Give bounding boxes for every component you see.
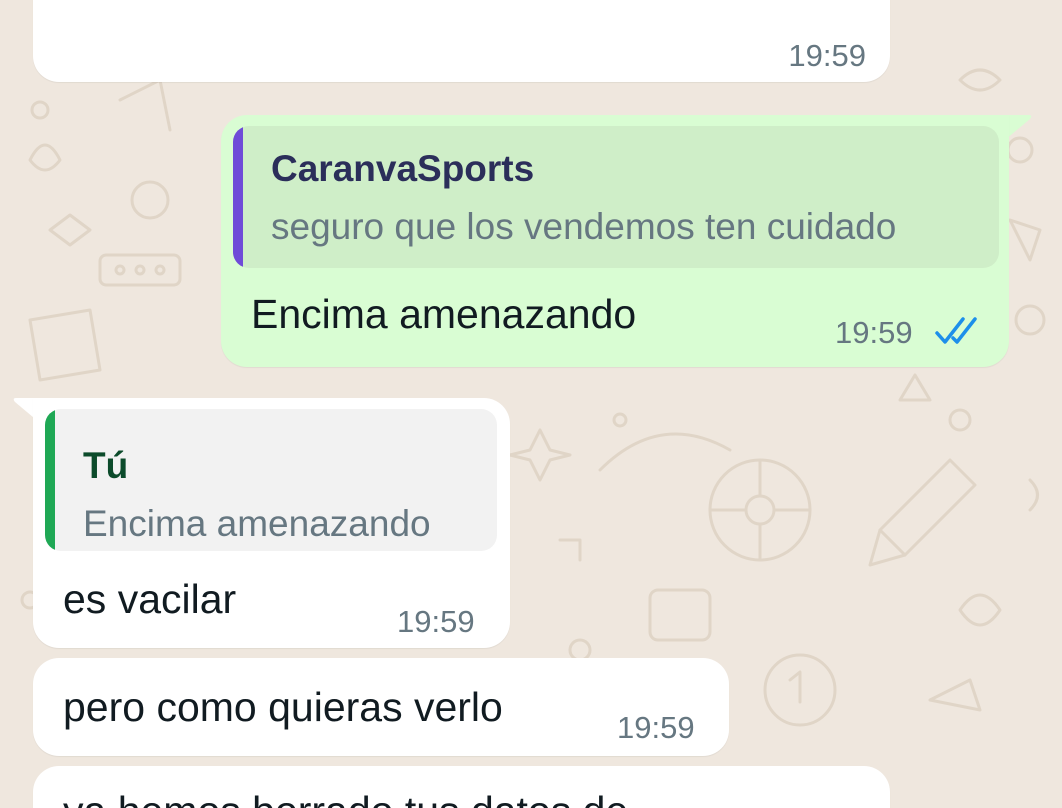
incoming-message-bubble[interactable]: ya hemos borrado tus datos de [33, 766, 890, 808]
message-timestamp: 19:59 [835, 315, 913, 350]
quoted-message[interactable]: Tú Encima amenazando [45, 409, 497, 551]
message-timestamp: 19:59 [397, 604, 475, 639]
message-text: ya hemos borrado tus datos de [63, 788, 628, 808]
quoted-text: Encima amenazando [83, 503, 431, 544]
quote-accent-bar [45, 409, 55, 551]
incoming-message-bubble[interactable]: Tú Encima amenazando es vacilar 19:59 [33, 398, 510, 648]
quoted-text: seguro que los vendemos ten cuidado [271, 206, 897, 247]
double-check-icon [935, 317, 977, 344]
outgoing-message-bubble[interactable]: CaranvaSports seguro que los vendemos te… [221, 115, 1009, 367]
quoted-message[interactable]: CaranvaSports seguro que los vendemos te… [233, 126, 999, 268]
message-text: pero como quieras verlo [63, 684, 503, 730]
message-timestamp: 19:59 [788, 38, 866, 73]
message-timestamp: 19:59 [617, 710, 695, 745]
incoming-message-bubble[interactable]: 19:59 [33, 0, 890, 82]
quoted-author: Tú [83, 445, 129, 486]
quote-accent-bar [233, 126, 243, 268]
quoted-author: CaranvaSports [271, 148, 535, 189]
message-text: Encima amenazando [251, 291, 637, 337]
incoming-message-bubble[interactable]: pero como quieras verlo 19:59 [33, 658, 729, 756]
message-text: es vacilar [63, 576, 237, 622]
